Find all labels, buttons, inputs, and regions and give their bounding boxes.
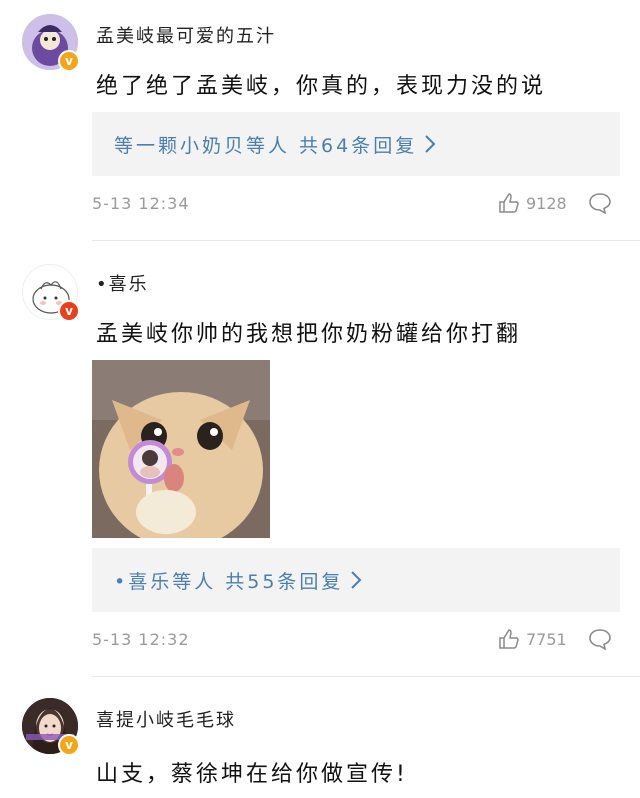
username[interactable]: 喜提小岐毛毛球 — [96, 706, 236, 732]
comment-item: v 喜提小岐毛毛球 山支，蔡徐坤在给你做宣传! — [0, 0, 640, 798]
avatar[interactable]: v — [22, 698, 80, 756]
comment-text: 山支，蔡徐坤在给你做宣传! — [96, 762, 408, 787]
verified-badge-icon: v — [58, 734, 80, 756]
